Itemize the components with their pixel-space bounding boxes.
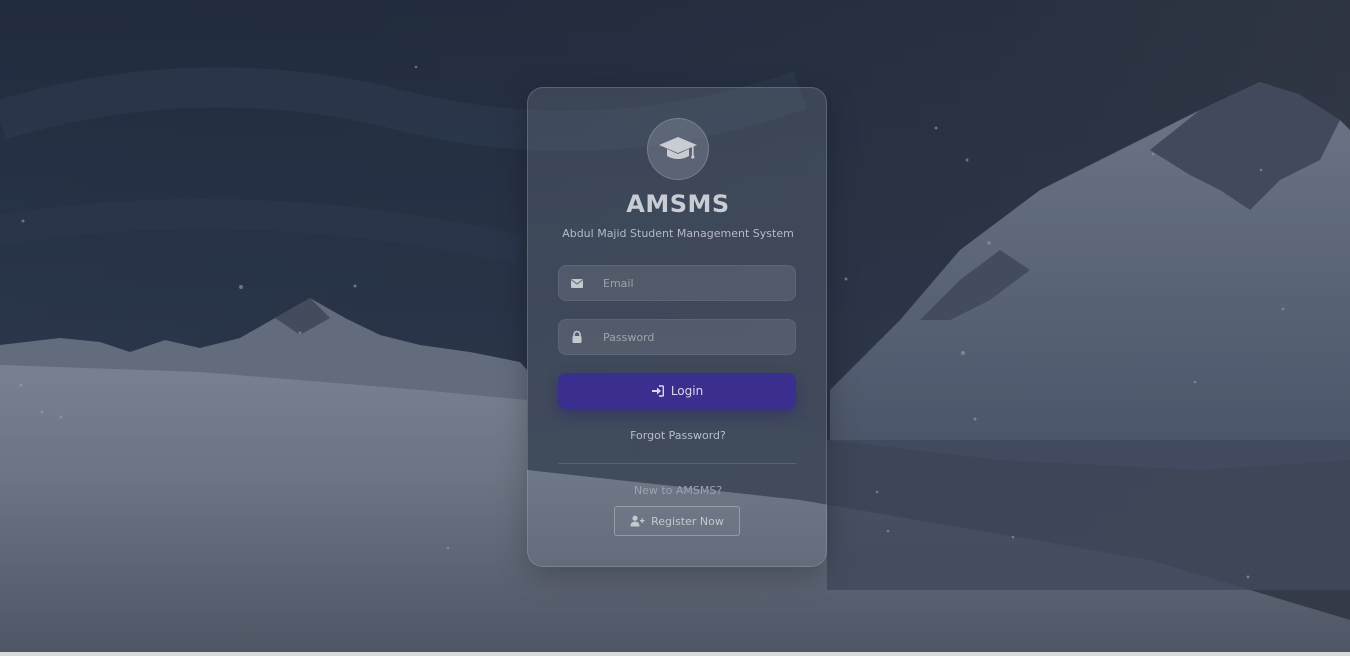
login-page: AMSMS Abdul Majid Student Management Sys… <box>0 0 1350 656</box>
register-button[interactable]: Register Now <box>614 506 740 536</box>
register-button-label: Register Now <box>651 514 724 528</box>
sign-in-icon <box>651 385 664 397</box>
login-button-label: Login <box>670 384 704 398</box>
password-input[interactable] <box>603 320 783 354</box>
lock-icon <box>572 330 582 343</box>
bottom-edge <box>0 652 1350 656</box>
login-button[interactable]: Login <box>558 373 796 409</box>
user-plus-icon <box>630 515 645 527</box>
divider <box>558 463 796 464</box>
email-input[interactable] <box>603 266 783 300</box>
forgot-password-link[interactable]: Forgot Password? <box>528 429 828 442</box>
password-field[interactable] <box>558 319 796 355</box>
logo-badge <box>647 118 709 180</box>
email-field[interactable] <box>558 265 796 301</box>
register-prompt: New to AMSMS? <box>633 484 723 497</box>
envelope-icon <box>570 279 584 288</box>
app-title: AMSMS <box>626 190 730 218</box>
login-card: AMSMS Abdul Majid Student Management Sys… <box>527 87 827 567</box>
graduation-cap-icon <box>659 137 697 159</box>
app-subtitle: Abdul Majid Student Management System <box>562 227 794 240</box>
